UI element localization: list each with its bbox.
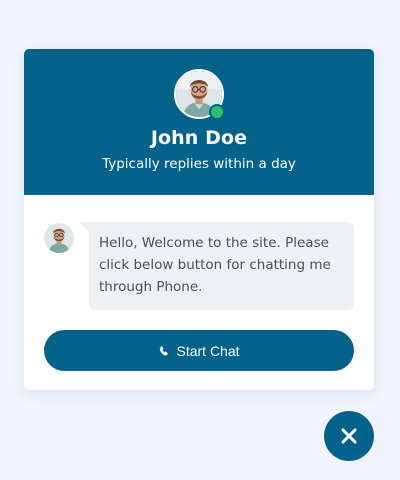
message-bubble: Hello, Welcome to the site. Please click… [79,222,354,310]
chat-widget: John Doe Typically replies within a day … [24,49,374,390]
start-chat-button[interactable]: Start Chat [44,330,354,371]
agent-status-text: Typically replies within a day [102,156,296,172]
agent-avatar-container [174,69,225,120]
close-icon [341,428,357,444]
chat-body: Hello, Welcome to the site. Please click… [24,195,374,390]
phone-icon [160,345,169,355]
message-avatar-icon [44,223,74,253]
online-status-icon [209,104,225,120]
close-chat-button[interactable] [324,411,374,461]
chat-header: John Doe Typically replies within a day [24,49,374,195]
agent-name: John Doe [150,127,248,149]
start-chat-label: Start Chat [176,342,240,359]
